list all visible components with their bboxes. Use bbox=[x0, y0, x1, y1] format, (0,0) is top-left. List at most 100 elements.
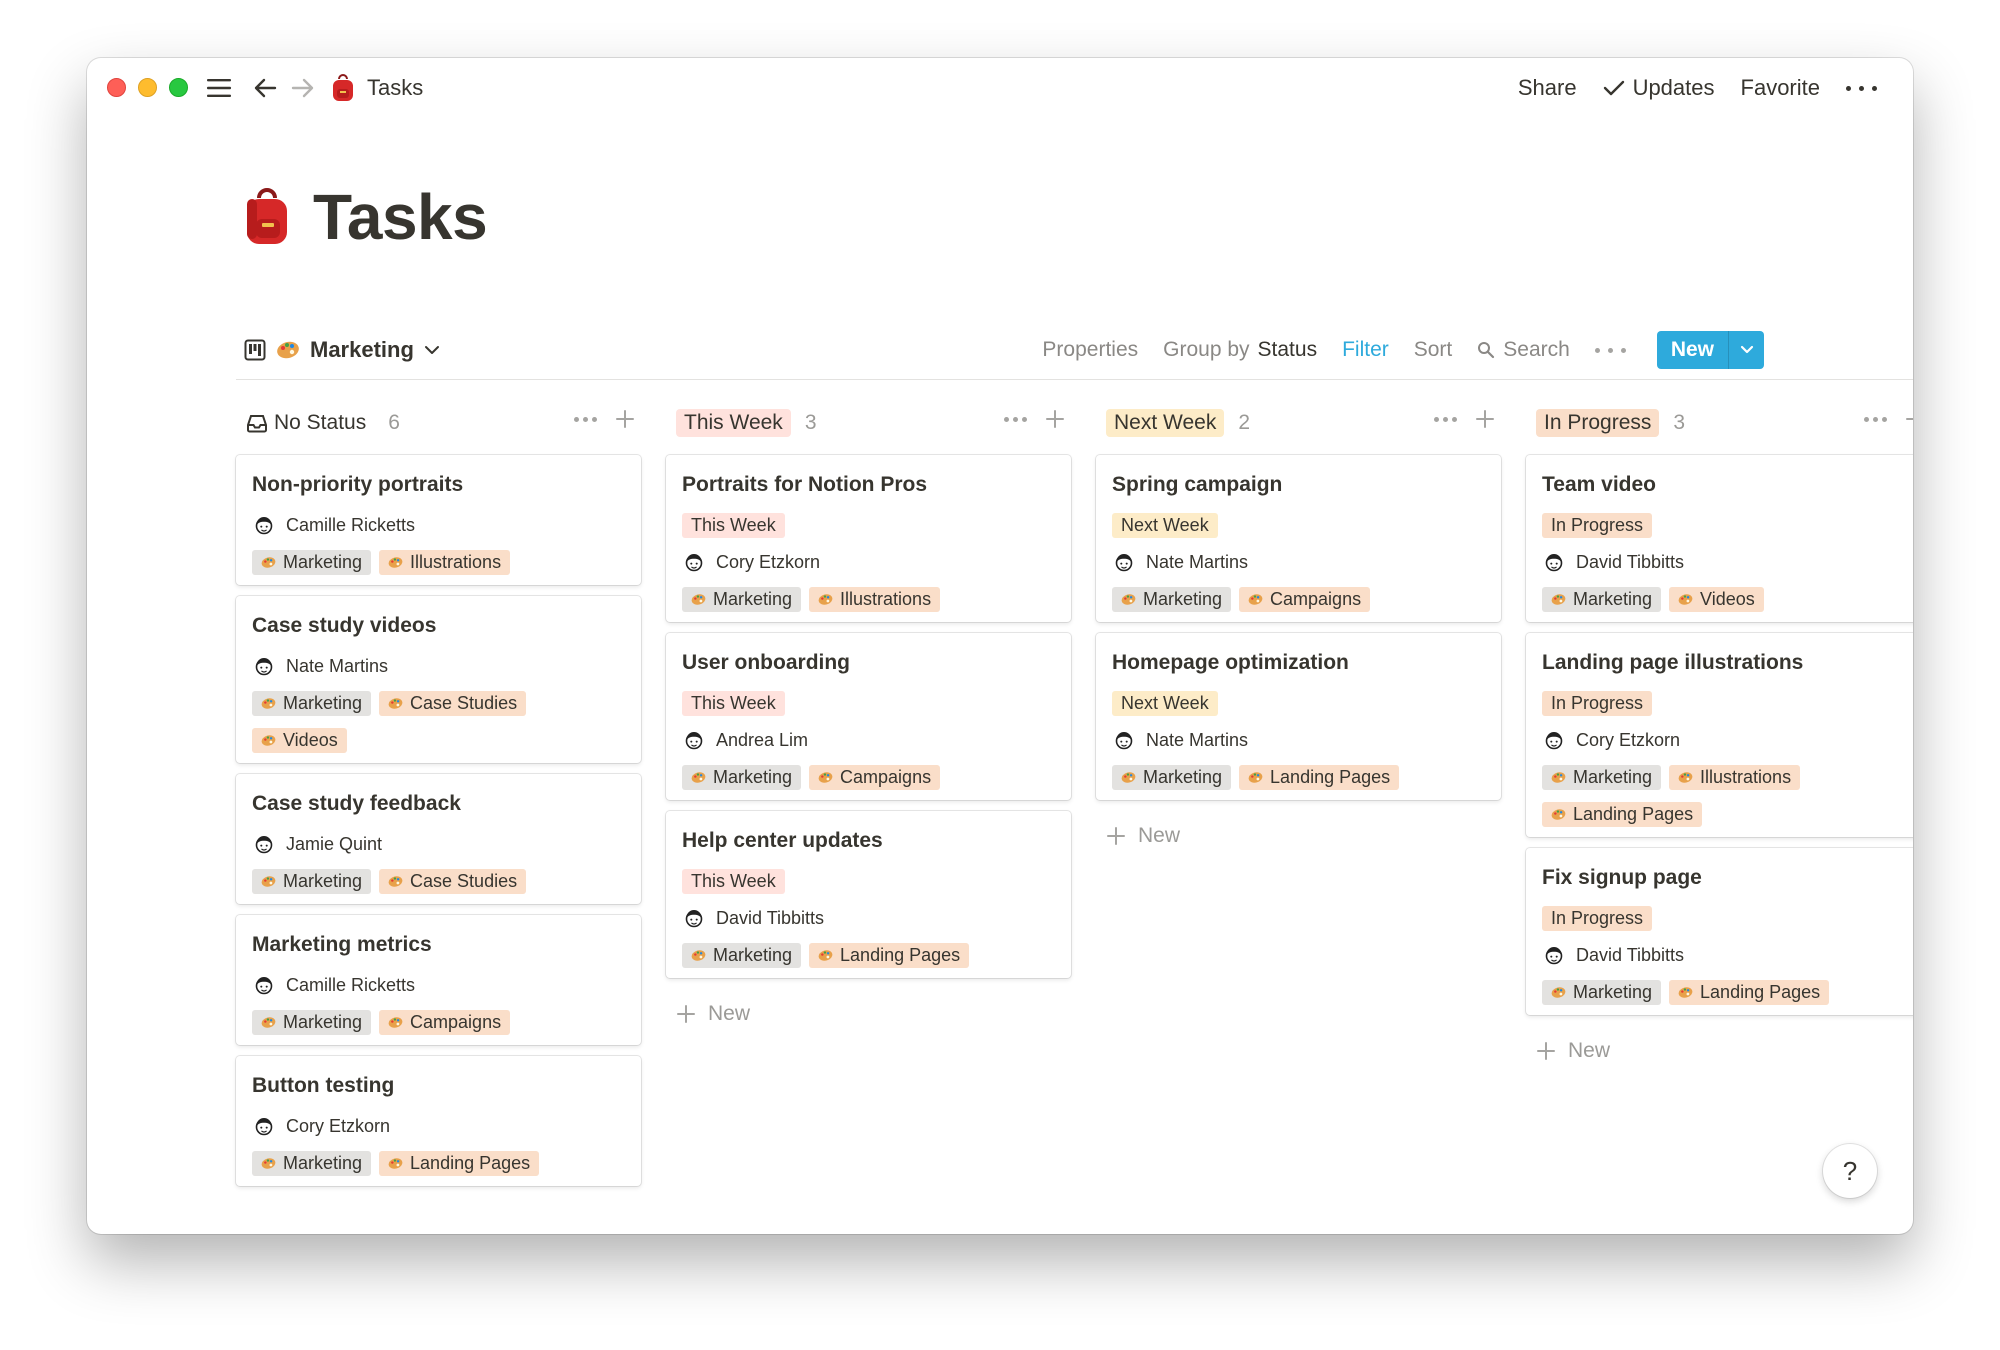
column-more-icon[interactable] bbox=[1434, 416, 1457, 422]
assignee-name: Nate Martins bbox=[286, 656, 389, 676]
properties-button[interactable]: Properties bbox=[1042, 338, 1138, 362]
plus-icon bbox=[1536, 1041, 1556, 1061]
updates-button[interactable]: Updates bbox=[1603, 75, 1715, 101]
palette-icon bbox=[388, 556, 403, 569]
column-more-icon[interactable] bbox=[574, 416, 597, 422]
sidebar-menu-icon[interactable] bbox=[205, 74, 233, 102]
board-view-icon bbox=[244, 339, 266, 361]
card-tags-row: Marketing Illustrations bbox=[252, 544, 625, 581]
task-card[interactable]: User onboarding This Week Andrea Lim Market… bbox=[666, 633, 1071, 800]
checkmark-icon bbox=[1603, 79, 1625, 97]
chevron-down-icon bbox=[424, 344, 440, 356]
task-card[interactable]: Case study videos Nate Martins Marketing Ca… bbox=[236, 596, 641, 763]
forward-arrow-icon[interactable] bbox=[289, 74, 317, 102]
task-card[interactable]: Homepage optimization Next Week Nate Marti… bbox=[1096, 633, 1501, 800]
favorite-button[interactable]: Favorite bbox=[1741, 75, 1820, 101]
avatar-icon bbox=[1112, 551, 1136, 575]
card-assignee-row: Camille Ricketts bbox=[252, 967, 625, 1004]
column-more-icon[interactable] bbox=[1004, 416, 1027, 422]
tag-label: Marketing bbox=[283, 1012, 363, 1032]
add-new-card-button[interactable]: New bbox=[1536, 1034, 1610, 1068]
status-tag: In Progress bbox=[1542, 691, 1653, 716]
card-assignee-row: Nate Martins bbox=[1112, 722, 1485, 759]
tag-label: Marketing bbox=[283, 693, 363, 713]
kanban-board: No Status 6 Non-priority portraits Camille … bbox=[236, 403, 1913, 1234]
new-button[interactable]: New bbox=[1656, 331, 1728, 369]
tag-landing-pages: Landing Pages bbox=[379, 1151, 540, 1176]
board-column-in-progress: In Progress 3 Team video In Progress David T… bbox=[1526, 403, 1913, 1062]
breadcrumb[interactable]: Tasks bbox=[331, 70, 423, 106]
sort-button[interactable]: Sort bbox=[1414, 338, 1453, 362]
column-title: Next Week bbox=[1106, 409, 1225, 437]
card-tags-row: Marketing Landing Pages bbox=[1112, 759, 1485, 796]
column-more-icon[interactable] bbox=[1864, 416, 1887, 422]
search-button[interactable]: Search bbox=[1477, 338, 1570, 362]
more-options-icon[interactable] bbox=[1846, 85, 1877, 91]
column-add-icon[interactable] bbox=[1475, 409, 1495, 429]
tag-marketing: Marketing bbox=[252, 691, 372, 716]
palette-icon bbox=[388, 875, 403, 888]
page-title: Tasks bbox=[313, 181, 488, 253]
assignee-name: Jamie Quint bbox=[286, 834, 383, 854]
card-tags-row: Marketing Case Studies bbox=[252, 863, 625, 900]
card-tags-row: Marketing Campaigns bbox=[252, 1004, 625, 1041]
add-new-card-button[interactable]: New bbox=[1106, 819, 1180, 853]
filter-button[interactable]: Filter bbox=[1342, 338, 1389, 362]
task-card[interactable]: Landing page illustrations In Progress Cor… bbox=[1526, 633, 1913, 837]
assignee-name: Nate Martins bbox=[1146, 552, 1249, 572]
palette-icon bbox=[1248, 771, 1263, 784]
minimize-window-button[interactable] bbox=[138, 78, 157, 97]
task-card[interactable]: Team video In Progress David Tibbitts Marke… bbox=[1526, 455, 1913, 622]
column-add-icon[interactable] bbox=[1045, 409, 1065, 429]
status-tag: In Progress bbox=[1542, 513, 1653, 538]
share-button[interactable]: Share bbox=[1518, 75, 1577, 101]
card-status-row: Next Week bbox=[1112, 507, 1485, 544]
avatar-icon bbox=[682, 551, 706, 575]
assignee-name: David Tibbitts bbox=[716, 908, 825, 928]
task-card[interactable]: Non-priority portraits Camille Ricketts Ma… bbox=[236, 455, 641, 585]
board-column-no-status: No Status 6 Non-priority portraits Camille … bbox=[236, 403, 641, 1186]
tag-illustrations: Illustrations bbox=[809, 587, 941, 612]
avatar-icon bbox=[682, 729, 706, 753]
card-tags-row: Marketing Case Studies bbox=[252, 685, 625, 722]
column-header: In Progress 3 bbox=[1526, 403, 1913, 443]
column-add-icon[interactable] bbox=[1905, 409, 1913, 429]
tag-campaigns: Campaigns bbox=[379, 1010, 511, 1035]
card-assignee-row: Cory Etzkorn bbox=[252, 1108, 625, 1145]
add-new-card-button[interactable]: New bbox=[676, 997, 750, 1031]
column-count: 3 bbox=[1673, 411, 1686, 434]
task-card[interactable]: Spring campaign Next Week Nate Martins Mark… bbox=[1096, 455, 1501, 622]
assignee: Cory Etzkorn bbox=[252, 1115, 390, 1139]
close-window-button[interactable] bbox=[107, 78, 126, 97]
assignee: Nate Martins bbox=[252, 655, 388, 679]
plus-icon bbox=[676, 1004, 696, 1024]
maximize-window-button[interactable] bbox=[169, 78, 188, 97]
palette-icon bbox=[1678, 771, 1693, 784]
column-add-icon[interactable] bbox=[615, 409, 635, 429]
view-selector[interactable]: Marketing bbox=[236, 332, 448, 368]
task-card[interactable]: Case study feedback Jamie Quint Marketing C… bbox=[236, 774, 641, 904]
plus-icon bbox=[1106, 826, 1126, 846]
help-button[interactable]: ? bbox=[1823, 1144, 1877, 1198]
palette-icon bbox=[1551, 593, 1566, 606]
card-tags-row: Videos bbox=[252, 722, 625, 759]
back-arrow-icon[interactable] bbox=[251, 74, 279, 102]
assignee: David Tibbitts bbox=[682, 907, 824, 931]
task-card[interactable]: Portraits for Notion Pros This Week Cory E… bbox=[666, 455, 1071, 622]
column-title: No Status bbox=[274, 411, 367, 434]
task-card[interactable]: Marketing metrics Camille Ricketts Marketi… bbox=[236, 915, 641, 1045]
task-card[interactable]: Help center updates This Week David Tibbit… bbox=[666, 811, 1071, 978]
task-card[interactable]: Fix signup page In Progress David Tibbitts… bbox=[1526, 848, 1913, 1015]
palette-icon bbox=[261, 1016, 276, 1029]
tag-marketing: Marketing bbox=[682, 943, 802, 968]
new-dropdown-button[interactable] bbox=[1728, 331, 1764, 369]
tag-label: Marketing bbox=[1573, 982, 1653, 1002]
assignee: Andrea Lim bbox=[682, 729, 808, 753]
assignee: Jamie Quint bbox=[252, 833, 382, 857]
page-backpack-icon[interactable] bbox=[243, 188, 291, 246]
column-actions bbox=[1864, 409, 1913, 429]
assignee-name: Cory Etzkorn bbox=[286, 1116, 391, 1136]
view-more-icon[interactable] bbox=[1594, 347, 1626, 353]
task-card[interactable]: Button testing Cory Etzkorn Marketing Landi… bbox=[236, 1056, 641, 1186]
group-by-button[interactable]: Group by Status bbox=[1163, 338, 1317, 362]
